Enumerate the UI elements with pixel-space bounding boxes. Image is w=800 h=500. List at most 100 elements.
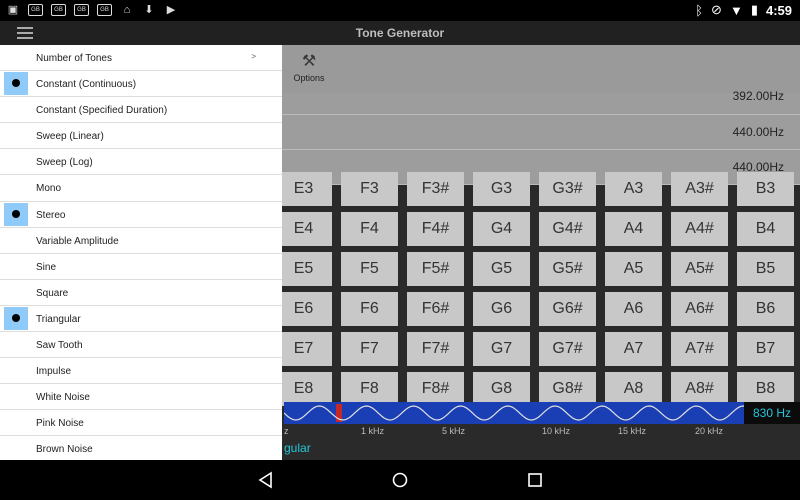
note-button[interactable]: F6 — [341, 292, 398, 326]
note-button[interactable]: E6 — [275, 292, 332, 326]
home-icon[interactable] — [390, 470, 410, 490]
drawer-item[interactable]: Pink Noise — [0, 410, 282, 437]
drawer-item[interactable]: Constant (Specified Duration) — [0, 97, 282, 124]
note-button[interactable]: F5 — [341, 252, 398, 286]
drawer-item[interactable]: Sine — [0, 254, 282, 280]
note-button[interactable]: F4# — [407, 212, 464, 246]
note-button[interactable]: B3 — [737, 172, 794, 206]
note-button[interactable]: B6 — [737, 292, 794, 326]
note-button[interactable]: F3 — [341, 172, 398, 206]
drawer-item[interactable]: Impulse — [0, 358, 282, 385]
note-button[interactable]: E8 — [275, 372, 332, 406]
waveform-graph — [284, 404, 744, 422]
note-button[interactable]: G6 — [473, 292, 530, 326]
scale-label: 20 kHz — [695, 426, 724, 436]
note-button[interactable]: F4 — [341, 212, 398, 246]
drawer-item-label: White Noise — [36, 392, 90, 404]
note-button[interactable]: A6 — [605, 292, 662, 326]
drawer-item-label: Sweep (Linear) — [36, 131, 104, 143]
clock: 4:59 — [765, 2, 792, 18]
note-button[interactable]: G8 — [473, 372, 530, 406]
waveform-line — [284, 405, 744, 421]
note-button[interactable]: F6# — [407, 292, 464, 326]
note-button[interactable]: A8 — [605, 372, 662, 406]
note-button[interactable]: G3 — [473, 172, 530, 206]
drawer-item-label: Sine — [36, 261, 57, 273]
drawer-item-label: Stereo — [36, 209, 66, 221]
drawer-item[interactable]: White Noise — [0, 384, 282, 411]
note-button[interactable]: E4 — [275, 212, 332, 246]
drawer-item-label: Brown Noise — [36, 444, 93, 456]
note-button[interactable]: A6# — [671, 292, 728, 326]
note-button[interactable]: F7 — [341, 332, 398, 366]
note-button[interactable]: F5# — [407, 252, 464, 286]
frequency-scale: z 1 kHz 5 kHz 10 kHz 15 kHz 20 kHz — [284, 426, 800, 438]
back-icon[interactable] — [256, 470, 276, 490]
scale-label: 10 kHz — [542, 426, 571, 436]
drawer-item-label: Square — [36, 287, 69, 299]
drawer-item-label: Triangular — [36, 313, 81, 325]
drawer-item[interactable]: Mono — [0, 175, 282, 202]
note-button[interactable]: B7 — [737, 332, 794, 366]
note-button[interactable]: F8 — [341, 372, 398, 406]
note-row: E5 F5 F5# G5 G5# A5 A5# B5 — [270, 252, 800, 292]
drawer-item[interactable]: Number of Tones > — [0, 45, 282, 72]
note-button[interactable]: A3# — [671, 172, 728, 206]
photo-icon: ▣ — [7, 4, 19, 16]
note-button[interactable]: B4 — [737, 212, 794, 246]
note-button[interactable]: A7# — [671, 332, 728, 366]
drawer-item[interactable]: Sweep (Linear) — [0, 123, 282, 150]
waveform-name: gular — [284, 441, 311, 455]
wifi-icon: ▼ — [729, 2, 743, 18]
note-button[interactable]: A5# — [671, 252, 728, 286]
note-button[interactable]: E7 — [275, 332, 332, 366]
drawer-item[interactable]: Triangular — [0, 306, 282, 333]
scale-label: z — [284, 426, 289, 436]
note-button[interactable]: G3# — [539, 172, 596, 206]
selected-indicator-icon — [4, 202, 28, 226]
drawer-item[interactable]: Constant (Continuous) — [0, 71, 282, 98]
options-button[interactable]: ⚒ Options — [288, 51, 330, 91]
note-button[interactable]: G5# — [539, 252, 596, 286]
note-button[interactable]: F8# — [407, 372, 464, 406]
drawer-item[interactable]: Brown Noise — [0, 436, 282, 460]
note-button[interactable]: F7# — [407, 332, 464, 366]
android-icon: ⌂ — [123, 4, 131, 16]
note-button[interactable]: G4 — [473, 212, 530, 246]
drawer-item-label: Number of Tones — [36, 53, 112, 64]
drawer-item-label: Mono — [36, 183, 62, 195]
download-icon: ⬇ — [144, 4, 154, 16]
note-button[interactable]: B8 — [737, 372, 794, 406]
note-button[interactable]: F3# — [407, 172, 464, 206]
frequency-value: 392.00Hz — [732, 89, 784, 103]
note-button[interactable]: E3 — [275, 172, 332, 206]
note-button[interactable]: B5 — [737, 252, 794, 286]
drawer-item[interactable]: Sweep (Log) — [0, 149, 282, 176]
recents-icon[interactable] — [525, 470, 545, 490]
note-button[interactable]: G7# — [539, 332, 596, 366]
drawer-item[interactable]: Stereo — [0, 202, 282, 228]
play-store-icon: ▶ — [166, 4, 176, 16]
waveform-display: 830 Hz — [284, 402, 800, 424]
note-button[interactable]: G7 — [473, 332, 530, 366]
note-button[interactable]: G5 — [473, 252, 530, 286]
drawer-item[interactable]: Square — [0, 280, 282, 306]
note-button[interactable]: G6# — [539, 292, 596, 326]
note-button[interactable]: G8# — [539, 372, 596, 406]
note-button[interactable]: A4# — [671, 212, 728, 246]
note-button[interactable]: A4 — [605, 212, 662, 246]
drawer-item[interactable]: Saw Tooth — [0, 332, 282, 359]
note-button[interactable]: A5 — [605, 252, 662, 286]
gb-icon: GB — [97, 4, 112, 16]
note-button[interactable]: G4# — [539, 212, 596, 246]
app-bar: Tone Generator — [0, 21, 800, 45]
note-row: E7 F7 F7# G7 G7# A7 A7# B7 — [270, 332, 800, 372]
drawer-item[interactable]: Variable Amplitude — [0, 228, 282, 254]
note-button[interactable]: E5 — [275, 252, 332, 286]
gb-icon: GB — [74, 4, 89, 16]
note-button[interactable]: A8# — [671, 372, 728, 406]
note-button[interactable]: A7 — [605, 332, 662, 366]
selected-indicator-icon — [4, 72, 28, 96]
frequency-value: 440.00Hz — [732, 125, 784, 139]
note-button[interactable]: A3 — [605, 172, 662, 206]
